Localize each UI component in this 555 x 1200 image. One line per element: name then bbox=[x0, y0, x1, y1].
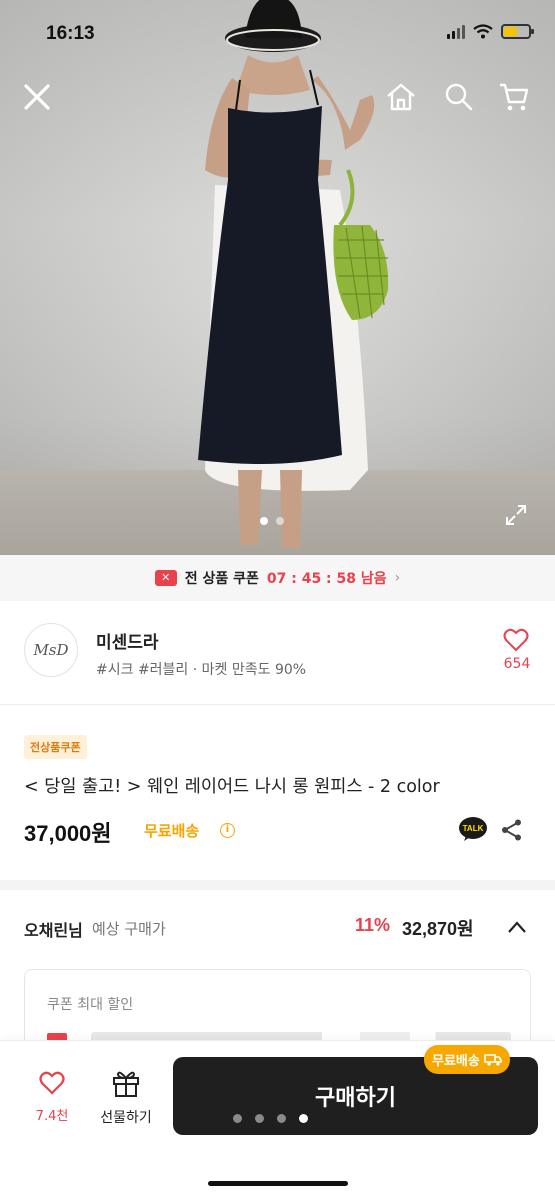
shipping-badge-label: 무료배송 bbox=[432, 1054, 480, 1069]
close-icon[interactable] bbox=[22, 82, 52, 112]
buy-button-label: 구매하기 bbox=[315, 1086, 396, 1111]
like-count: 7.4천 bbox=[35, 1109, 69, 1124]
seller-logo[interactable]: MsD bbox=[24, 623, 78, 677]
seller-tags: #시크 #러블리 · 마켓 만족도 90% bbox=[96, 662, 307, 678]
coupon-banner[interactable]: ✕ 전 상품 쿠폰 07 : 45 : 58 남음 › bbox=[0, 555, 555, 601]
info-icon[interactable]: i bbox=[220, 823, 235, 838]
coupon-icon: ✕ bbox=[154, 570, 177, 586]
seller-row[interactable]: MsD 미센드라 #시크 #러블리 · 마켓 만족도 90% 654 bbox=[0, 601, 555, 705]
carousel-dot[interactable] bbox=[260, 517, 268, 525]
user-name: 오채린님 bbox=[24, 921, 83, 940]
talk-label: TALK bbox=[463, 824, 484, 833]
carousel-dot[interactable] bbox=[276, 517, 284, 525]
page-dot bbox=[255, 1114, 264, 1123]
section-divider bbox=[0, 880, 555, 890]
home-indicator bbox=[208, 1181, 348, 1186]
page-dot bbox=[233, 1114, 242, 1123]
carousel-dots bbox=[260, 517, 284, 525]
truck-icon bbox=[484, 1054, 502, 1066]
battery-icon bbox=[501, 24, 534, 39]
expand-icon[interactable] bbox=[504, 503, 528, 527]
expected-price-label: 예상 구매가 bbox=[92, 920, 166, 938]
seller-heart-icon[interactable] bbox=[503, 628, 529, 652]
kakao-talk-icon[interactable]: TALK bbox=[458, 816, 488, 842]
coupon-badge: 전상품쿠폰 bbox=[24, 735, 87, 759]
coupon-box-title: 쿠폰 최대 할인 bbox=[47, 997, 134, 1013]
gift-button[interactable]: 선물하기 bbox=[92, 1069, 160, 1127]
discount-rate: 11% bbox=[355, 915, 391, 935]
chevron-up-icon[interactable] bbox=[507, 920, 527, 934]
chevron-right-icon: › bbox=[394, 570, 401, 586]
shipping-badge: 무료배송 bbox=[424, 1045, 510, 1074]
search-icon[interactable] bbox=[444, 82, 474, 112]
product-price: 37,000원 bbox=[24, 821, 112, 846]
status-icons bbox=[447, 24, 534, 39]
coupon-banner-label: 전 상품 쿠폰 bbox=[184, 571, 259, 587]
share-icon[interactable] bbox=[500, 818, 524, 842]
page-dot bbox=[299, 1114, 308, 1123]
seller-name[interactable]: 미센드라 bbox=[96, 628, 159, 653]
heart-icon bbox=[39, 1071, 65, 1095]
expected-price: 32,870원 bbox=[402, 919, 474, 939]
page-dot bbox=[277, 1114, 286, 1123]
like-button[interactable]: 7.4천 bbox=[26, 1071, 78, 1124]
page-indicator bbox=[233, 1114, 308, 1123]
seller-like-count: 654 bbox=[503, 656, 531, 672]
status-time: 16:13 bbox=[46, 23, 95, 44]
gift-label: 선물하기 bbox=[100, 1110, 152, 1126]
cart-icon[interactable] bbox=[498, 82, 530, 112]
product-image-carousel[interactable]: 16:13 bbox=[0, 0, 555, 555]
gift-icon bbox=[113, 1071, 139, 1097]
signal-icon bbox=[447, 24, 465, 39]
expected-price-row[interactable]: 오채린님 예상 구매가 11% 32,870원 bbox=[0, 890, 555, 970]
product-title: < 당일 출고! > 웨인 레이어드 나시 롱 원피스 - 2 color bbox=[24, 777, 440, 797]
bottom-action-bar: 7.4천 선물하기 구매하기 무료배송 bbox=[0, 1040, 555, 1200]
wifi-icon bbox=[473, 24, 493, 39]
home-icon[interactable] bbox=[385, 82, 417, 112]
free-shipping-label: 무료배송 bbox=[144, 822, 200, 840]
coupon-timer: 07 : 45 : 58 남음 bbox=[266, 571, 387, 587]
